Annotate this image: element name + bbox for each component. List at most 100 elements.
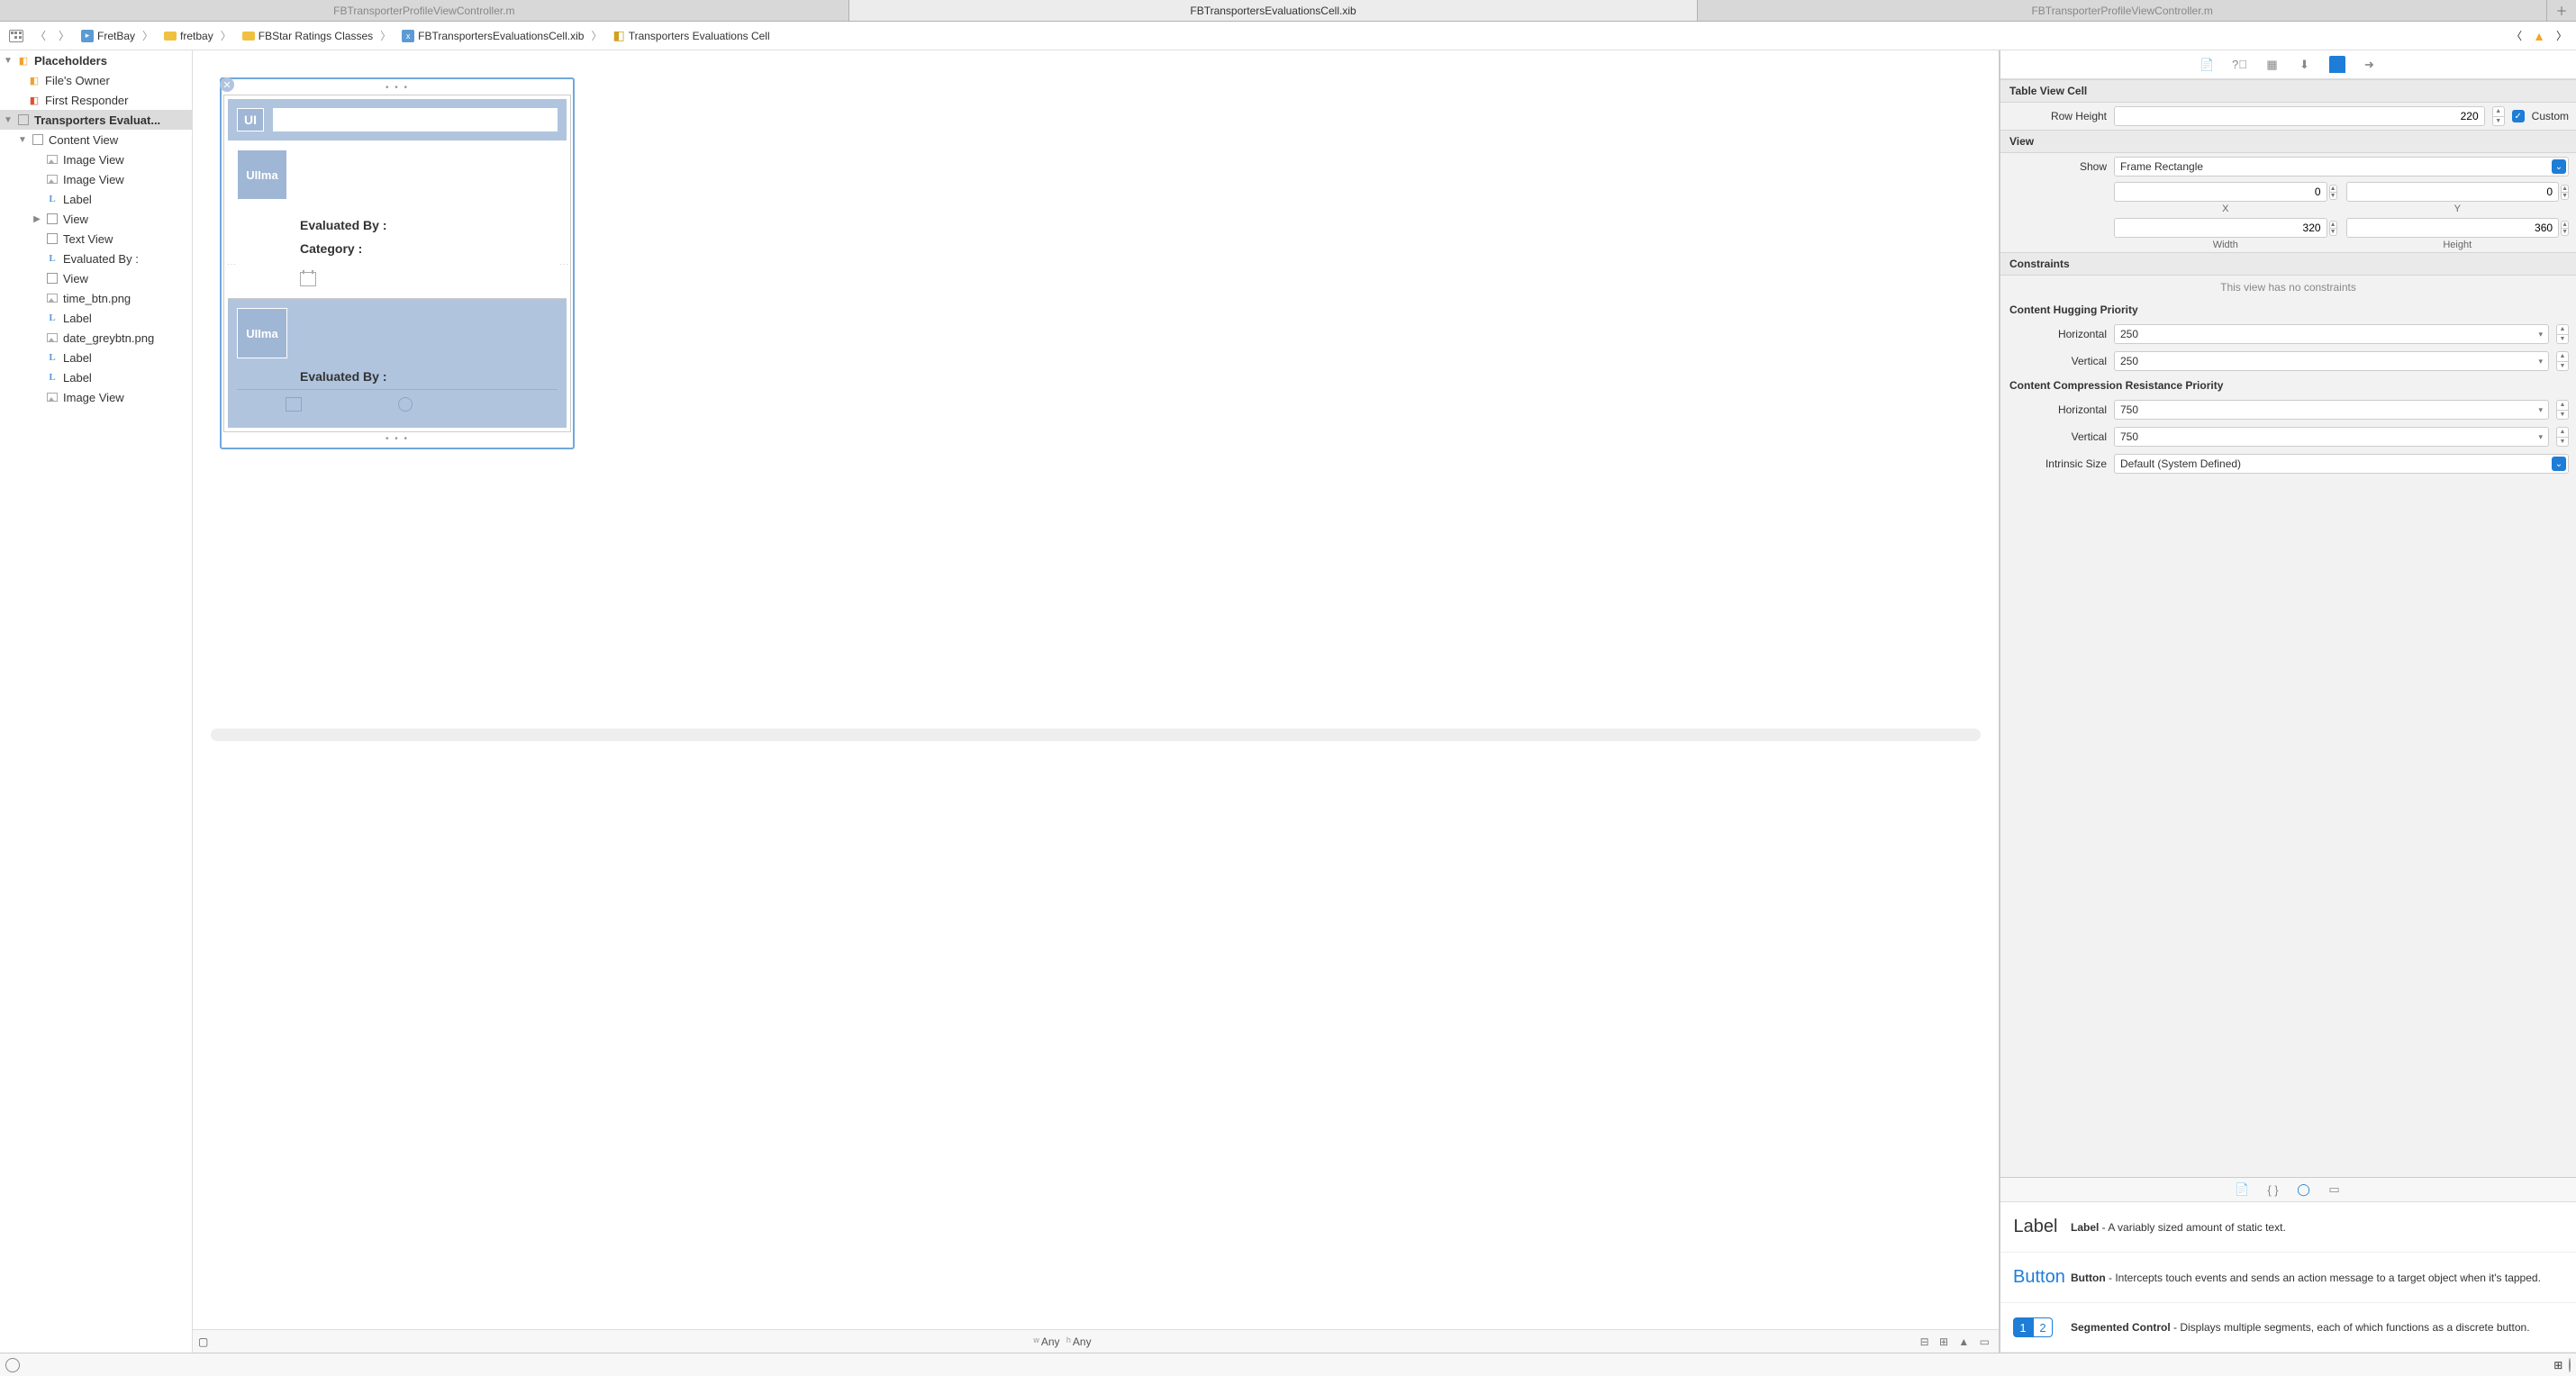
outline-files-owner[interactable]: ◧File's Owner (0, 70, 192, 90)
resize-icon[interactable]: ▭ (1980, 1335, 1990, 1348)
canvas-footer-row[interactable]: UIIma Evaluated By : (228, 299, 567, 428)
gear-icon[interactable] (2569, 1358, 2571, 1372)
warning-icon[interactable]: ▲ (2527, 29, 2551, 43)
chp-horizontal-popup[interactable]: 250 (2114, 324, 2549, 344)
outline-item[interactable]: LLabel (0, 308, 192, 328)
canvas-header-row[interactable]: UI (228, 99, 567, 140)
outline-placeholders-header[interactable]: ▼◧Placeholders (0, 50, 192, 70)
outline-item[interactable]: time_btn.png (0, 288, 192, 308)
row-height-stepper[interactable]: ▲▼ (2492, 106, 2505, 126)
x-stepper[interactable]: ▲▼ (2329, 185, 2337, 200)
ccrp-vertical-popup[interactable]: 750 (2114, 427, 2549, 447)
height-input[interactable] (2346, 218, 2560, 238)
section-ccrp: Content Compression Resistance Priority (2000, 375, 2576, 396)
custom-checkbox[interactable]: ✓ (2512, 110, 2525, 122)
outline-item[interactable]: LLabel (0, 367, 192, 387)
canvas-title-field[interactable] (273, 108, 558, 131)
ccrp-horizontal-popup[interactable]: 750 (2114, 400, 2549, 420)
outline-content-view[interactable]: ▼Content View (0, 130, 192, 149)
chp-horizontal-label: Horizontal (2008, 328, 2107, 340)
library-item-label[interactable]: Label Label - A variably sized amount of… (2000, 1202, 2576, 1253)
height-stepper[interactable]: ▲▼ (2561, 221, 2569, 236)
width-stepper[interactable]: ▲▼ (2329, 221, 2337, 236)
x-input[interactable] (2114, 182, 2327, 202)
related-items-icon[interactable] (4, 30, 29, 42)
jump-prev-icon[interactable]: 〈 (2506, 28, 2527, 43)
ccrp-v-stepper[interactable]: ▲▼ (2556, 427, 2569, 447)
ccrp-h-stepper[interactable]: ▲▼ (2556, 400, 2569, 420)
nav-back-icon[interactable]: 〈 (29, 27, 52, 45)
outline-item[interactable]: Image View (0, 169, 192, 189)
y-stepper[interactable]: ▲▼ (2561, 185, 2569, 200)
outline-item[interactable]: LEvaluated By : (0, 249, 192, 268)
media-library-icon[interactable]: ▭ (2326, 1181, 2344, 1199)
attributes-inspector-icon[interactable]: ⬇ (2297, 57, 2313, 73)
section-chp: Content Hugging Priority (2000, 299, 2576, 321)
resolve-icon[interactable]: ▲ (1958, 1335, 1969, 1348)
grid-icon[interactable]: ⊞ (2553, 1359, 2562, 1371)
document-outline[interactable]: ▼◧Placeholders ◧File's Owner ◧First Resp… (0, 50, 193, 1353)
horizontal-scrollbar[interactable] (211, 729, 1981, 741)
outline-item[interactable]: date_greybtn.png (0, 328, 192, 348)
intrinsic-popup[interactable]: Default (System Defined) (2114, 454, 2569, 474)
inspector-panel: 📄 ?⃝ ▦ ⬇ ➜ Table View Cell Row Height ▲▼… (2000, 50, 2576, 1353)
canvas-image-placeholder: UIIma (237, 149, 287, 200)
object-library-icon[interactable]: ◯ (2295, 1181, 2313, 1199)
chp-vertical-popup[interactable]: 250 (2114, 351, 2549, 371)
tab-left[interactable]: FBTransporterProfileViewController.m (0, 0, 849, 21)
library-item-button[interactable]: Button Button - Intercepts touch events … (2000, 1253, 2576, 1303)
file-template-icon[interactable]: 📄 (2234, 1181, 2252, 1199)
drag-handle-bottom[interactable]: • • • (223, 432, 571, 446)
code-snippet-icon[interactable]: { } (2264, 1181, 2282, 1199)
drag-handle-top[interactable]: • • • (223, 81, 571, 95)
crumb-object[interactable]: ◧Transporters Evaluations Cell (607, 28, 775, 43)
add-tab-button[interactable]: ＋ (2547, 0, 2576, 21)
outline-item[interactable]: View (0, 268, 192, 288)
close-icon[interactable]: ✕ (220, 77, 234, 92)
outline-root-cell[interactable]: ▼Transporters Evaluat... (0, 110, 192, 130)
window-tabbar: FBTransporterProfileViewController.m FBT… (0, 0, 2576, 22)
crumb-project[interactable]: ▸FretBay〉 (76, 28, 159, 43)
size-inspector-icon[interactable] (2329, 57, 2345, 73)
nav-forward-icon[interactable]: 〉 (52, 27, 76, 45)
label-icon: Label (2013, 1217, 2058, 1237)
y-input[interactable] (2346, 182, 2560, 202)
jump-next-icon[interactable]: 〉 (2551, 28, 2572, 43)
resize-handle-left[interactable]: ⋮ (226, 259, 236, 267)
outline-item[interactable]: ▶View (0, 209, 192, 229)
align-icon[interactable]: ⊟ (1920, 1335, 1929, 1348)
crumb-file[interactable]: xFBTransportersEvaluationsCell.xib〉 (396, 28, 607, 43)
outline-item[interactable]: LLabel (0, 348, 192, 367)
chp-v-stepper[interactable]: ▲▼ (2556, 351, 2569, 371)
pin-icon[interactable]: ⊞ (1939, 1335, 1948, 1348)
table-view-cell-frame[interactable]: ✕ • • • ⋮ ⋮ UI UIIma Evaluated By : Cate… (220, 77, 575, 449)
y-caption: Y (2346, 202, 2570, 214)
ccrp-horizontal-label: Horizontal (2008, 403, 2107, 416)
outline-item[interactable]: LLabel (0, 189, 192, 209)
size-class-control[interactable]: wAny hAny (1033, 1335, 1091, 1348)
crumb-folder1[interactable]: fretbay〉 (159, 28, 237, 43)
row-height-input[interactable] (2114, 106, 2485, 126)
file-inspector-icon[interactable]: 📄 (2200, 57, 2216, 73)
identity-inspector-icon[interactable]: ▦ (2264, 57, 2281, 73)
object-library-list[interactable]: Label Label - A variably sized amount of… (2000, 1202, 2576, 1353)
outline-item[interactable]: Image View (0, 149, 192, 169)
tab-right[interactable]: FBTransporterProfileViewController.m (1698, 0, 2547, 21)
resize-handle-right[interactable]: ⋮ (558, 259, 568, 267)
chp-h-stepper[interactable]: ▲▼ (2556, 324, 2569, 344)
tab-center[interactable]: FBTransportersEvaluationsCell.xib (849, 0, 1699, 21)
help-inspector-icon[interactable]: ?⃝ (2232, 57, 2248, 73)
outline-first-responder[interactable]: ◧First Responder (0, 90, 192, 110)
crumb-folder2[interactable]: FBStar Ratings Classes〉 (237, 28, 396, 43)
show-popup[interactable]: Frame Rectangle (2114, 157, 2569, 177)
outline-item[interactable]: Text View (0, 229, 192, 249)
gear-icon[interactable] (5, 1358, 20, 1372)
section-constraints: Constraints (2000, 252, 2576, 276)
canvas-body-row[interactable]: UIIma Evaluated By : Category : (228, 140, 567, 299)
width-input[interactable] (2114, 218, 2327, 238)
outline-toggle-icon[interactable]: ▢ (198, 1335, 208, 1348)
connections-inspector-icon[interactable]: ➜ (2362, 57, 2378, 73)
library-item-segmented[interactable]: 12 Segmented Control - Displays multiple… (2000, 1303, 2576, 1353)
interface-builder-canvas[interactable]: ✕ • • • ⋮ ⋮ UI UIIma Evaluated By : Cate… (193, 50, 2000, 1353)
outline-item[interactable]: Image View (0, 387, 192, 407)
